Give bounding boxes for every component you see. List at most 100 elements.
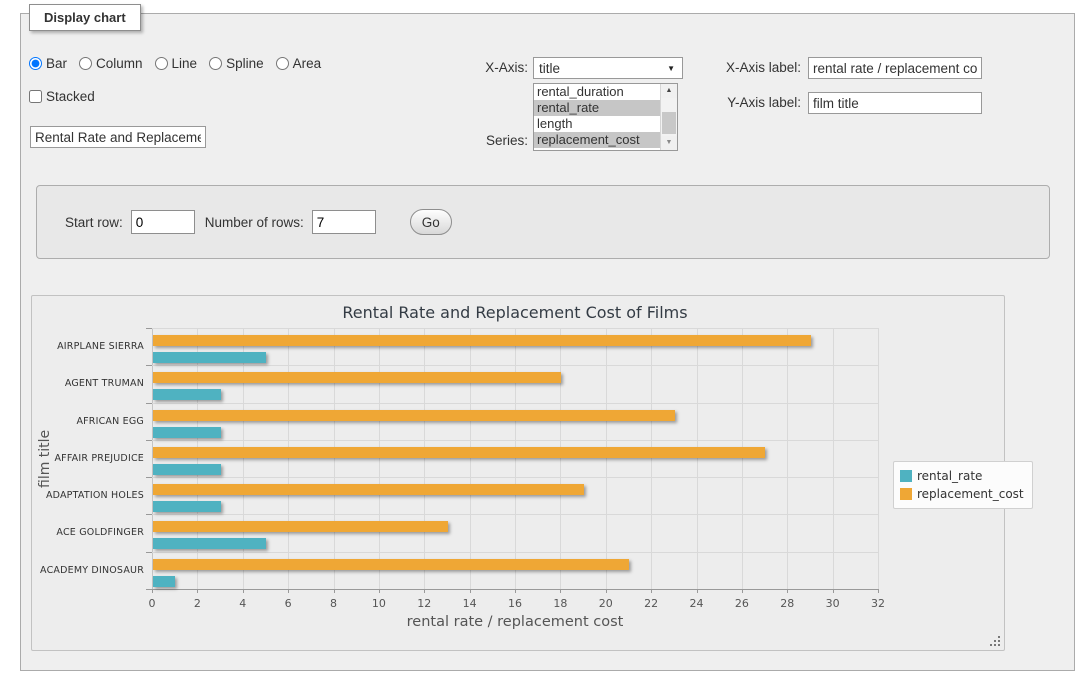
category-tick — [146, 514, 152, 515]
grid-line-vertical — [334, 328, 335, 589]
grid-line-vertical — [470, 328, 471, 589]
grid-line-vertical — [288, 328, 289, 589]
chart-type-bar-label: Bar — [46, 56, 67, 71]
series-option-rental-rate[interactable]: rental_rate — [534, 100, 660, 116]
start-row-label: Start row: — [65, 215, 123, 230]
stacked-checkbox[interactable] — [29, 90, 42, 103]
x-axis-line — [152, 589, 878, 590]
bar-replacement_cost[interactable] — [153, 447, 765, 458]
series-option-length[interactable]: length — [534, 116, 660, 132]
x-tick-label: 26 — [727, 597, 757, 610]
chart-type-spline-label: Spline — [226, 56, 264, 71]
stacked-option[interactable]: Stacked — [29, 89, 95, 104]
grid-line-vertical — [243, 328, 244, 589]
category-tick — [146, 477, 152, 478]
x-tick-label: 12 — [409, 597, 439, 610]
grid-line-vertical — [197, 328, 198, 589]
stacked-label: Stacked — [46, 89, 95, 104]
grid-line-vertical — [560, 328, 561, 589]
category-tick — [146, 365, 152, 366]
row-form-panel: Start row: Number of rows: Go — [36, 185, 1050, 259]
y-axis-label-input[interactable] — [808, 92, 982, 114]
chart-type-area-radio[interactable] — [276, 57, 289, 70]
category-tick — [146, 440, 152, 441]
bar-replacement_cost[interactable] — [153, 559, 629, 570]
bar-rental_rate[interactable] — [153, 538, 266, 549]
x-tick-label: 22 — [636, 597, 666, 610]
chart-type-options: Bar Column Line Spline Area — [29, 56, 321, 71]
chart-type-line-radio[interactable] — [155, 57, 168, 70]
chart-type-line-label: Line — [172, 56, 198, 71]
start-row-input[interactable] — [131, 210, 195, 234]
x-tick-label: 18 — [545, 597, 575, 610]
chart-type-bar[interactable]: Bar — [29, 56, 67, 71]
grid-line-vertical — [379, 328, 380, 589]
series-option-replacement-cost[interactable]: replacement_cost — [534, 132, 660, 148]
x-axis-label-input[interactable] — [808, 57, 982, 79]
grid-line-vertical — [515, 328, 516, 589]
x-tick-label: 6 — [273, 597, 303, 610]
grid-line-vertical — [787, 328, 788, 589]
series-label: Series: — [413, 130, 528, 152]
chart-panel: 02468101214161820222426283032AIRPLANE SI… — [31, 295, 1005, 651]
grid-line-horizontal — [152, 403, 878, 404]
chart-type-line[interactable]: Line — [155, 56, 198, 71]
x-tick-label: 4 — [228, 597, 258, 610]
fieldset-legend: Display chart — [29, 4, 141, 31]
grid-line-vertical — [152, 328, 153, 589]
legend-swatch-icon — [900, 470, 912, 482]
bar-rental_rate[interactable] — [153, 576, 175, 587]
bar-replacement_cost[interactable] — [153, 484, 584, 495]
bar-replacement_cost[interactable] — [153, 335, 811, 346]
legend-item-replacement_cost[interactable]: replacement_cost — [900, 485, 1024, 503]
bar-rental_rate[interactable] — [153, 464, 221, 475]
chart-type-column-radio[interactable] — [79, 57, 92, 70]
bar-replacement_cost[interactable] — [153, 372, 561, 383]
go-button[interactable]: Go — [410, 209, 452, 235]
x-tick-label: 10 — [364, 597, 394, 610]
bar-replacement_cost[interactable] — [153, 521, 448, 532]
x-axis-select-label: X-Axis: — [413, 57, 528, 79]
grid-line-horizontal — [152, 477, 878, 478]
x-tick-label: 14 — [455, 597, 485, 610]
grid-line-vertical — [878, 328, 879, 589]
series-options: rental_duration rental_rate length repla… — [534, 84, 660, 150]
axis-tick — [878, 589, 879, 593]
bar-rental_rate[interactable] — [153, 352, 266, 363]
chart-type-area-label: Area — [293, 56, 322, 71]
grid-line-horizontal — [152, 328, 878, 329]
chart-type-column[interactable]: Column — [79, 56, 143, 71]
display-chart-fieldset: Display chart Bar Column Line Spline Are… — [20, 13, 1075, 671]
legend-swatch-icon — [900, 488, 912, 500]
x-tick-label: 32 — [863, 597, 893, 610]
category-tick — [146, 328, 152, 329]
chart-type-spline-radio[interactable] — [209, 57, 222, 70]
bar-rental_rate[interactable] — [153, 389, 221, 400]
series-option-rental-duration[interactable]: rental_duration — [534, 84, 660, 100]
bar-rental_rate[interactable] — [153, 501, 221, 512]
chart-type-spline[interactable]: Spline — [209, 56, 264, 71]
grid-line-vertical — [606, 328, 607, 589]
chart-title-input[interactable] — [30, 126, 206, 148]
grid-line-horizontal — [152, 552, 878, 553]
y-axis-title: film title — [36, 328, 54, 589]
bar-replacement_cost[interactable] — [153, 410, 675, 421]
x-tick-label: 2 — [182, 597, 212, 610]
scrollbar-thumb[interactable] — [662, 112, 676, 134]
chart-type-area[interactable]: Area — [276, 56, 322, 71]
resize-handle-icon[interactable] — [989, 635, 1001, 647]
grid-line-vertical — [833, 328, 834, 589]
legend-item-rental_rate[interactable]: rental_rate — [900, 467, 1024, 485]
chart-type-bar-radio[interactable] — [29, 57, 42, 70]
num-rows-input[interactable] — [312, 210, 376, 234]
y-axis-label-caption: Y-Axis label: — [651, 92, 801, 114]
num-rows-label: Number of rows: — [205, 215, 304, 230]
grid-line-vertical — [742, 328, 743, 589]
x-tick-label: 0 — [137, 597, 167, 610]
x-tick-label: 30 — [818, 597, 848, 610]
grid-line-vertical — [697, 328, 698, 589]
category-tick — [146, 552, 152, 553]
bar-rental_rate[interactable] — [153, 427, 221, 438]
scroll-down-icon[interactable]: ▼ — [661, 136, 677, 150]
legend-label: rental_rate — [917, 469, 982, 483]
